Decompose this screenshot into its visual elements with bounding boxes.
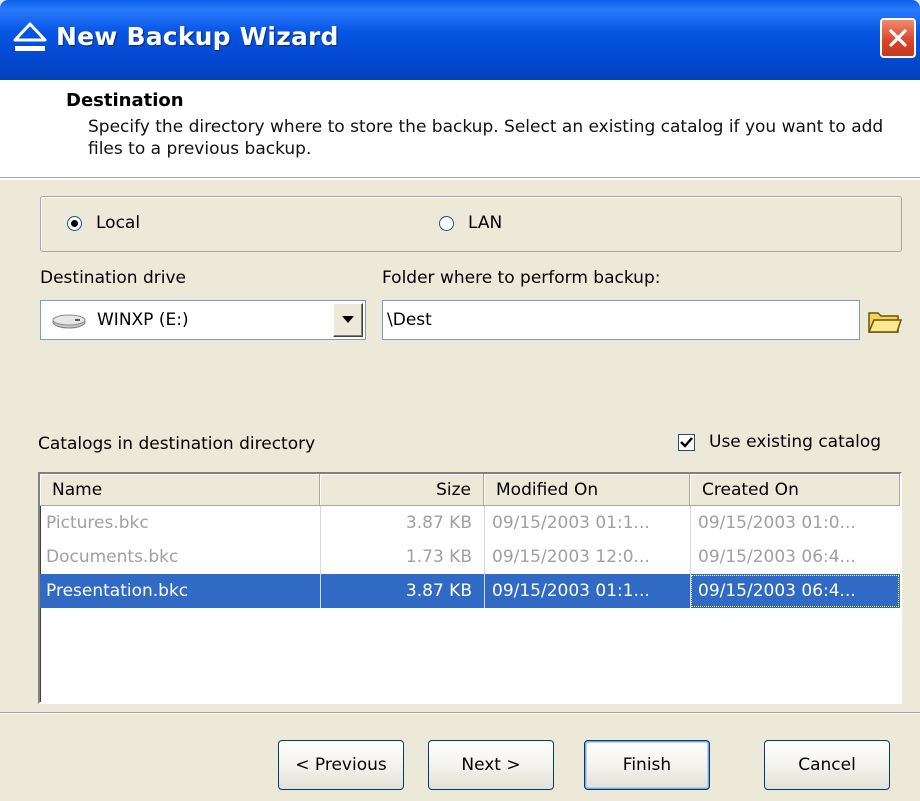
catalog-list[interactable]: Name Size Modified On Created On Picture…: [38, 472, 902, 704]
radio-selected-dot: [71, 219, 78, 227]
destination-drive-label: Destination drive: [40, 268, 186, 288]
checkmark-icon: [680, 436, 693, 448]
destination-drive-select[interactable]: WINXP (E:): [40, 300, 366, 340]
destination-drive-dropdown-button[interactable]: [333, 303, 363, 337]
chevron-down-icon: [342, 316, 354, 323]
column-header-created[interactable]: Created On: [690, 474, 900, 506]
cell-created: 09/15/2003 06:4...: [690, 574, 900, 608]
radio-local-circle[interactable]: [67, 215, 82, 231]
column-divider: [484, 506, 485, 608]
previous-button[interactable]: < Previous: [278, 740, 404, 790]
wizard-header: Destination Specify the directory where …: [0, 80, 920, 178]
radio-lan[interactable]: LAN: [439, 213, 502, 233]
eject-icon: [13, 22, 47, 51]
column-header-modified[interactable]: Modified On: [484, 474, 690, 506]
table-row[interactable]: Pictures.bkc 3.87 KB 09/15/2003 01:1... …: [40, 506, 900, 540]
folder-icon[interactable]: [866, 306, 902, 336]
use-existing-catalog-label: Use existing catalog: [709, 432, 882, 452]
radio-local-label: Local: [96, 213, 141, 233]
radio-local[interactable]: Local: [67, 213, 140, 233]
cell-name: Pictures.bkc: [46, 513, 149, 533]
catalogs-label: Catalogs in destination directory: [38, 434, 316, 454]
next-button[interactable]: Next >: [428, 740, 554, 790]
cell-modified: 09/15/2003 12:0...: [492, 547, 650, 567]
destination-drive-value: WINXP (E:): [97, 310, 189, 330]
drive-icon: [52, 314, 86, 329]
cell-size: 3.87 KB: [405, 581, 472, 601]
column-header-name[interactable]: Name: [40, 474, 320, 506]
close-button[interactable]: [880, 18, 916, 58]
folder-label: Folder where to perform backup:: [382, 268, 661, 288]
title-bar[interactable]: New Backup Wizard: [0, 0, 920, 80]
column-header-size[interactable]: Size: [320, 474, 484, 506]
use-existing-catalog-checkbox[interactable]: Use existing catalog: [678, 432, 881, 452]
radio-lan-circle[interactable]: [439, 215, 454, 231]
use-existing-catalog-box[interactable]: [678, 433, 695, 451]
footer-divider: [0, 712, 920, 714]
cancel-button[interactable]: Cancel: [764, 740, 890, 790]
cell-created: 09/15/2003 06:4...: [698, 547, 856, 567]
cell-name: Documents.bkc: [46, 547, 179, 567]
cell-created: 09/15/2003 01:0...: [698, 513, 856, 533]
table-row-selected[interactable]: Presentation.bkc 3.87 KB 09/15/2003 01:1…: [40, 574, 900, 608]
header-divider: [0, 178, 920, 180]
window-title: New Backup Wizard: [56, 22, 339, 51]
wizard-window: New Backup Wizard Destination Specify th…: [0, 0, 920, 801]
radio-lan-label: LAN: [468, 213, 503, 233]
finish-button[interactable]: Finish: [584, 740, 710, 790]
close-icon: [889, 29, 907, 47]
column-divider: [320, 506, 321, 608]
cell-modified: 09/15/2003 01:1...: [492, 581, 650, 601]
cell-modified: 09/15/2003 01:1...: [492, 513, 650, 533]
folder-input[interactable]: [382, 300, 860, 340]
cell-name: Presentation.bkc: [46, 581, 189, 601]
location-group: Local LAN: [40, 196, 902, 252]
cell-size: 3.87 KB: [405, 513, 472, 533]
cell-size: 1.73 KB: [405, 547, 472, 567]
page-description: Specify the directory where to store the…: [88, 117, 884, 159]
catalog-list-header: Name Size Modified On Created On: [40, 474, 900, 506]
page-title: Destination: [66, 90, 184, 111]
column-divider: [690, 506, 691, 608]
table-row[interactable]: Documents.bkc 1.73 KB 09/15/2003 12:0...…: [40, 540, 900, 574]
